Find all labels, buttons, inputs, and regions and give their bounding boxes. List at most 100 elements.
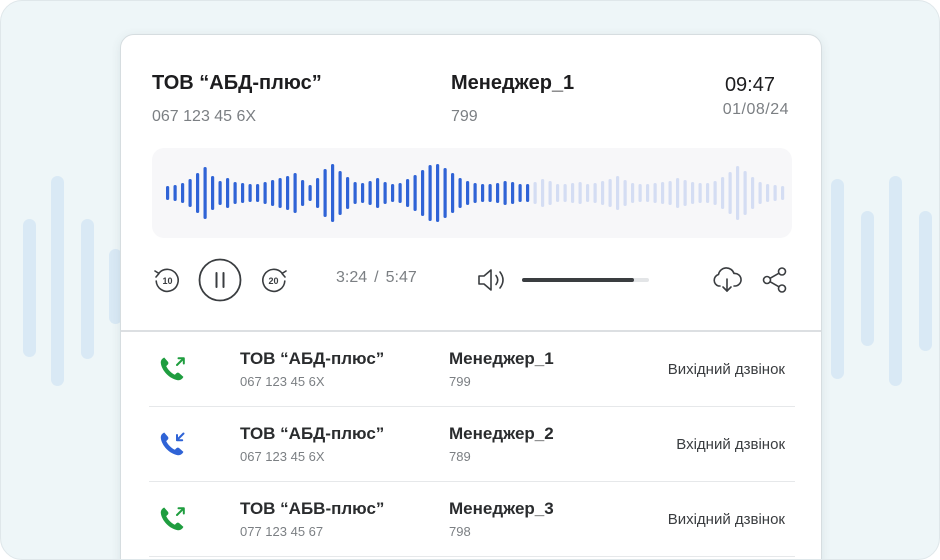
waveform-bar-played [271,180,275,206]
waveform-bar-unplayed [578,182,582,204]
caller-phone: 067 123 45 6X [152,108,257,125]
volume-level [522,278,634,282]
waveform-bar-played [211,176,215,210]
call-manager: Менеджер_2 [449,424,554,443]
waveform-bar-unplayed [683,180,687,206]
call-type: Вихідний дзвінок [667,511,785,528]
waveform [166,164,785,222]
volume-slider[interactable] [522,278,649,282]
call-row[interactable]: ТОВ “АБВ-плюс” 077 123 45 67 Менеджер_3 … [149,482,795,557]
call-phone: 077 123 45 67 [240,524,324,539]
waveform-bar-unplayed [691,182,695,204]
total-time: 5:47 [385,269,417,286]
waveform-bar-played [488,184,492,202]
call-extension: 789 [449,449,471,464]
waveform-bar-played [301,180,305,206]
forward-button[interactable]: 20 [258,264,290,296]
waveform-bar-played [391,184,395,202]
waveform-bar-played [188,179,192,207]
call-type: Вихідний дзвінок [667,361,785,378]
waveform-bar-unplayed [728,172,732,214]
call-manager: Менеджер_1 [449,349,554,368]
call-time: 09:47 [724,74,775,96]
waveform-bar-played [166,186,170,200]
waveform-bar-played [286,176,290,210]
waveform-bar-played [473,183,477,203]
waveform-bar-unplayed [766,184,770,202]
background-wave-bar [889,176,902,386]
share-button[interactable] [759,264,791,296]
waveform-bar-played [496,183,500,203]
call-row[interactable]: ТОВ “АБД-плюс” 067 123 45 6X Менеджер_2 … [149,407,795,482]
waveform-bar-unplayed [736,166,740,220]
waveform-bar-played [278,178,282,208]
rewind-seconds-label: 10 [162,276,172,286]
call-row[interactable]: ТОВ “АБД-плюс” 067 123 45 6X Менеджер_1 … [149,332,795,407]
call-company: ТОВ “АБД-плюс” [240,349,385,368]
playback-time: 3:24 / 5:47 [336,269,417,287]
waveform-bar-unplayed [563,184,567,202]
rewind-button[interactable]: 10 [151,264,183,296]
download-button[interactable] [710,264,744,296]
pause-button[interactable] [198,258,242,302]
volume-button[interactable] [475,264,509,296]
call-extension: 799 [449,374,471,389]
background-wave-bar [919,211,932,351]
waveform-bar-played [338,171,342,215]
waveform-bar-unplayed [556,184,560,202]
pause-icon [198,258,242,302]
waveform-bar-played [346,177,350,209]
rewind-10-icon: 10 [154,268,179,293]
waveform-bar-unplayed [713,181,717,205]
waveform-bar-unplayed [571,183,575,203]
manager-extension: 799 [451,108,478,125]
waveform-bar-unplayed [638,184,642,202]
waveform-bar-played [466,181,470,205]
waveform-bar-unplayed [721,177,725,209]
call-extension: 798 [449,524,471,539]
waveform-bar-unplayed [548,181,552,205]
waveform-bar-unplayed [616,176,620,210]
outgoing-call-icon [157,504,187,534]
background-wave-bar [81,219,94,359]
waveform-bar-played [203,167,207,219]
manager-name: Менеджер_1 [451,72,575,94]
waveform-bar-played [323,169,327,217]
waveform-bar-unplayed [668,181,672,205]
waveform-bar-unplayed [586,184,590,202]
waveform-bar-played [368,181,372,205]
waveform-bar-played [428,165,432,221]
caller-company: ТОВ “АБД-плюс” [152,72,322,94]
waveform-bar-played [353,182,357,204]
waveform-bar-played [308,185,312,201]
waveform-bar-unplayed [608,179,612,207]
waveform-bar-played [481,184,485,202]
incoming-call-icon [157,429,187,459]
waveform-bar-played [181,183,185,203]
waveform-bar-played [526,184,530,202]
call-date: 01/08/24 [722,101,789,118]
waveform-bar-played [451,173,455,213]
waveform-bar-unplayed [533,182,537,204]
waveform-bar-unplayed [698,183,702,203]
waveform-bar-played [458,178,462,208]
waveform-bar-played [383,182,387,204]
waveform-bar-played [226,178,230,208]
waveform-bar-unplayed [758,182,762,204]
background-wave-bar [831,179,844,379]
waveform-bar-played [173,185,177,201]
waveform-bar-played [248,184,252,202]
waveform-seekbar[interactable] [152,148,792,238]
download-cloud-icon [713,267,742,292]
waveform-bar-unplayed [751,177,755,209]
waveform-bar-played [421,170,425,216]
waveform-bar-unplayed [593,183,597,203]
call-company: ТОВ “АБВ-плюс” [240,499,385,518]
waveform-bar-unplayed [706,183,710,203]
volume-icon [478,269,504,291]
waveform-bar-played [511,182,515,204]
waveform-bar-played [256,184,260,202]
waveform-bar-played [233,182,237,204]
waveform-bar-unplayed [646,184,650,202]
background-wave-bar [51,176,64,386]
